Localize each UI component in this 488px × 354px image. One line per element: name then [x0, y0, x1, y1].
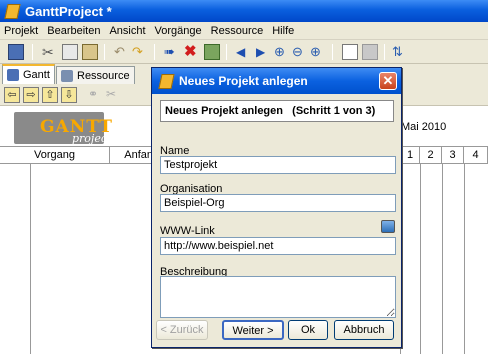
- column-header-anfang[interactable]: Anfan: [110, 147, 156, 163]
- resource-icon[interactable]: [362, 44, 378, 60]
- ok-button[interactable]: Ok: [288, 320, 328, 340]
- column-header-vorgang[interactable]: Vorgang: [0, 147, 110, 163]
- wizard-step-text: Neues Projekt anlegen (Schritt 1 von 3): [165, 105, 376, 117]
- gantt-tab-icon: [7, 69, 19, 81]
- paste-icon[interactable]: [82, 44, 98, 60]
- day-gridline: [420, 164, 421, 354]
- move-up-icon[interactable]: ⇧: [42, 87, 58, 103]
- dialog-app-icon: [158, 73, 174, 89]
- logo-sub-text: project: [72, 132, 112, 145]
- unlink-tasks-icon[interactable]: ✂: [106, 87, 122, 103]
- back-button[interactable]: < Zurück: [156, 320, 208, 340]
- www-link-label: WWW-Link: [160, 225, 215, 237]
- toolbar-separator: [384, 44, 385, 60]
- menu-ressource[interactable]: Ressource: [211, 25, 264, 37]
- next-button[interactable]: Weiter >: [222, 320, 284, 340]
- move-down-icon[interactable]: ⇩: [61, 87, 77, 103]
- tab-gantt[interactable]: Gantt: [2, 64, 55, 84]
- tab-ressource-label: Ressource: [77, 69, 130, 82]
- zoom-out-icon[interactable]: ⊖: [292, 44, 308, 60]
- move-right-icon[interactable]: ⇨: [23, 87, 39, 103]
- unindent-icon[interactable]: ◀: [236, 44, 252, 60]
- zoom-in-icon[interactable]: ⊕: [310, 44, 326, 60]
- menu-ansicht[interactable]: Ansicht: [109, 25, 145, 37]
- wizard-step-header: Neues Projekt anlegen (Schritt 1 von 3): [160, 100, 394, 122]
- toolbar: ✂ ↶ ↷ ➠ ✖ ◀ ▶ ⊕ ⊖ ⊕ ⇅: [0, 40, 488, 64]
- tab-gantt-label: Gantt: [23, 69, 50, 81]
- www-link-input[interactable]: [160, 237, 396, 255]
- menu-projekt[interactable]: Projekt: [4, 25, 38, 37]
- menu-vorgaenge[interactable]: Vorgänge: [155, 25, 202, 37]
- people-icon: [61, 69, 73, 82]
- move-left-icon[interactable]: ⇦: [4, 87, 20, 103]
- timeline-day: 1: [400, 147, 420, 163]
- dialog-title-bar[interactable]: Neues Projekt anlegen: [152, 68, 401, 94]
- cut-icon[interactable]: ✂: [42, 44, 58, 60]
- ganttproject-logo: GANTT project: [14, 112, 112, 145]
- new-project-dialog: Neues Projekt anlegen ✕ Neues Projekt an…: [151, 67, 402, 348]
- tab-ressource[interactable]: Ressource: [56, 66, 135, 84]
- description-textarea[interactable]: [160, 276, 396, 318]
- print-preview-icon[interactable]: [342, 44, 358, 60]
- day-gridline: [442, 164, 443, 354]
- window-title: GanttProject *: [25, 3, 112, 19]
- window-title-bar[interactable]: GanttProject *: [0, 0, 488, 22]
- delete-icon[interactable]: ✖: [184, 44, 200, 60]
- open-link-icon[interactable]: [381, 220, 395, 233]
- redo-icon[interactable]: ↷: [132, 44, 148, 60]
- timeline-day: 4: [464, 147, 488, 163]
- toolbar-separator: [226, 44, 227, 60]
- critical-path-icon[interactable]: ⇅: [392, 44, 408, 60]
- cancel-button[interactable]: Abbruch: [334, 320, 394, 340]
- menu-hilfe[interactable]: Hilfe: [272, 25, 294, 37]
- ganttproject-app-icon: [4, 3, 20, 19]
- copy-icon[interactable]: [62, 44, 78, 60]
- close-icon[interactable]: ✕: [379, 72, 397, 90]
- timeline-month: Mai 2010: [401, 121, 447, 133]
- timeline-day: 3: [442, 147, 464, 163]
- toolbar-separator: [154, 44, 155, 60]
- undo-icon[interactable]: ↶: [114, 44, 130, 60]
- table-divider: [30, 164, 31, 354]
- project-name-input[interactable]: [160, 156, 396, 174]
- zoom-fit-icon[interactable]: ⊕: [274, 44, 290, 60]
- save-icon[interactable]: [8, 44, 24, 60]
- properties-icon[interactable]: [204, 44, 220, 60]
- day-gridline: [464, 164, 465, 354]
- menu-bearbeiten[interactable]: Bearbeiten: [47, 25, 100, 37]
- toolbar-separator: [104, 44, 105, 60]
- new-task-icon[interactable]: ➠: [164, 44, 180, 60]
- indent-icon[interactable]: ▶: [256, 44, 272, 60]
- link-tasks-icon[interactable]: ⚭: [88, 87, 104, 103]
- organisation-input[interactable]: [160, 194, 396, 212]
- toolbar-separator: [332, 44, 333, 60]
- menu-bar: Projekt Bearbeiten Ansicht Vorgänge Ress…: [0, 22, 488, 40]
- toolbar-separator: [32, 44, 33, 60]
- dialog-title: Neues Projekt anlegen: [179, 74, 308, 88]
- timeline-day: 2: [420, 147, 442, 163]
